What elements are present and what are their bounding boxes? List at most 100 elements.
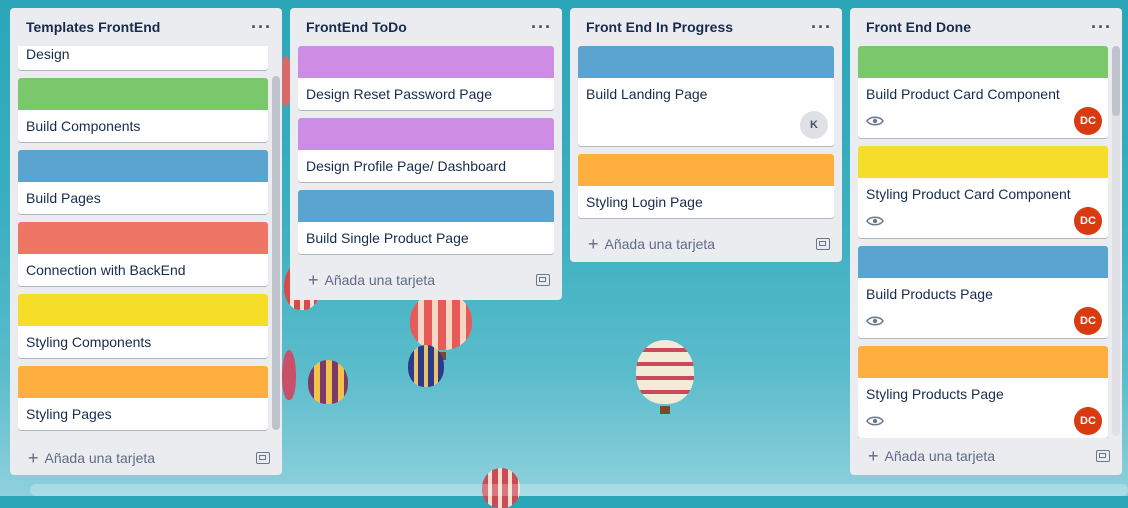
add-card-label: Añada una tarjeta <box>604 236 716 252</box>
list-title[interactable]: Front End Done <box>866 19 971 35</box>
list-header: Front End In Progress ··· <box>570 8 842 46</box>
add-card-row: + Añada una tarjeta <box>290 262 562 298</box>
card[interactable]: Styling Pages <box>18 366 268 430</box>
eye-icon <box>866 216 884 226</box>
balloon-decoration <box>282 350 296 400</box>
list-menu-icon[interactable]: ··· <box>1091 18 1112 36</box>
card-footer: DC <box>858 107 1108 138</box>
card-title: Styling Products Page <box>866 386 1004 402</box>
card-container[interactable]: Build Landing Page K Styling Login Page <box>570 46 842 226</box>
card[interactable]: Build Components <box>18 78 268 142</box>
list-templates-frontend: Templates FrontEnd ··· Design Build Comp… <box>10 8 282 475</box>
card-label-orange <box>578 154 834 186</box>
scrollbar-thumb[interactable] <box>272 76 280 430</box>
member-avatar[interactable]: DC <box>1074 407 1102 435</box>
balloon-decoration <box>408 345 444 387</box>
card-title: Design Reset Password Page <box>306 86 492 102</box>
card[interactable]: Styling Product Card Component DC <box>858 146 1108 238</box>
list-title[interactable]: FrontEnd ToDo <box>306 19 407 35</box>
card[interactable]: Connection with BackEnd <box>18 222 268 286</box>
card-label-yellow <box>18 294 268 326</box>
card[interactable]: Build Products Page DC <box>858 246 1108 338</box>
card-footer: DC <box>858 307 1108 338</box>
list-title[interactable]: Templates FrontEnd <box>26 19 160 35</box>
card-footer: K <box>578 110 834 146</box>
add-card-row: + Añada una tarjeta <box>850 438 1122 474</box>
member-avatar[interactable]: K <box>800 111 828 139</box>
add-card-button[interactable]: + Añada una tarjeta <box>308 271 435 289</box>
card-label-orange <box>18 366 268 398</box>
card-template-icon[interactable] <box>256 452 270 464</box>
list-title[interactable]: Front End In Progress <box>586 19 733 35</box>
card[interactable]: Build Single Product Page <box>298 190 554 254</box>
list-menu-icon[interactable]: ··· <box>251 18 272 36</box>
card-title: Connection with BackEnd <box>26 262 186 278</box>
card[interactable]: Build Product Card Component DC <box>858 46 1108 138</box>
card-footer: DC <box>858 407 1108 438</box>
card-label-green <box>18 78 268 110</box>
card[interactable]: Styling Login Page <box>578 154 834 218</box>
plus-icon: + <box>588 234 599 254</box>
plus-icon: + <box>868 446 879 466</box>
add-card-label: Añada una tarjeta <box>44 450 156 466</box>
card-label-blue <box>18 150 268 182</box>
card[interactable]: Build Pages <box>18 150 268 214</box>
card-title: Build Pages <box>26 190 101 206</box>
card-title: Build Products Page <box>866 286 993 302</box>
card-title: Styling Product Card Component <box>866 186 1071 202</box>
eye-icon <box>866 416 884 426</box>
card-label-blue <box>578 46 834 78</box>
scrollbar-thumb[interactable] <box>1112 46 1120 116</box>
card-title: Build Landing Page <box>586 86 708 102</box>
vertical-scrollbar[interactable] <box>272 76 280 430</box>
vertical-scrollbar[interactable] <box>1112 46 1120 436</box>
balloon-decoration <box>410 292 472 350</box>
card-footer: DC <box>858 207 1108 238</box>
card-title: Design <box>26 46 70 62</box>
card-title: Styling Components <box>26 334 152 350</box>
card[interactable]: Build Landing Page K <box>578 46 834 146</box>
horizontal-scrollbar[interactable] <box>30 484 1128 496</box>
list-menu-icon[interactable]: ··· <box>811 18 832 36</box>
balloon-basket <box>660 406 670 414</box>
card[interactable]: Styling Components <box>18 294 268 358</box>
add-card-row: + Añada una tarjeta <box>570 226 842 262</box>
card-container[interactable]: Design Build Components Build Pages Conn… <box>10 46 282 432</box>
card-title: Build Single Product Page <box>306 230 469 246</box>
eye-icon <box>866 116 884 126</box>
card[interactable]: Design <box>18 46 268 70</box>
add-card-label: Añada una tarjeta <box>324 272 436 288</box>
list-front-end-in-progress: Front End In Progress ··· Build Landing … <box>570 8 842 262</box>
list-menu-icon[interactable]: ··· <box>531 18 552 36</box>
member-avatar[interactable]: DC <box>1074 107 1102 135</box>
card[interactable]: Styling Products Page DC <box>858 346 1108 438</box>
card-template-icon[interactable] <box>1096 450 1110 462</box>
balloon-decoration <box>308 360 348 404</box>
card-title: Styling Pages <box>26 406 112 422</box>
add-card-button[interactable]: + Añada una tarjeta <box>588 235 715 253</box>
member-avatar[interactable]: DC <box>1074 207 1102 235</box>
card-label-purple <box>298 46 554 78</box>
add-card-label: Añada una tarjeta <box>884 448 996 464</box>
add-card-row: + Añada una tarjeta <box>10 440 282 476</box>
card-container[interactable]: Design Reset Password Page Design Profil… <box>290 46 562 262</box>
card[interactable]: Design Profile Page/ Dashboard <box>298 118 554 182</box>
add-card-button[interactable]: + Añada una tarjeta <box>28 449 155 467</box>
card[interactable]: Design Reset Password Page <box>298 46 554 110</box>
card-title: Design Profile Page/ Dashboard <box>306 158 507 174</box>
card-title: Build Product Card Component <box>866 86 1060 102</box>
eye-icon <box>866 316 884 326</box>
list-header: Templates FrontEnd ··· <box>10 8 282 46</box>
card-template-icon[interactable] <box>536 274 550 286</box>
card-container[interactable]: Build Product Card Component DC Styling … <box>850 46 1122 438</box>
card-label-green <box>858 46 1108 78</box>
card-label-purple <box>298 118 554 150</box>
add-card-button[interactable]: + Añada una tarjeta <box>868 447 995 465</box>
list-header: Front End Done ··· <box>850 8 1122 46</box>
balloon-decoration <box>636 340 694 404</box>
card-title: Styling Login Page <box>586 194 703 210</box>
card-label-yellow <box>858 146 1108 178</box>
card-template-icon[interactable] <box>816 238 830 250</box>
list-front-end-done: Front End Done ··· Build Product Card Co… <box>850 8 1122 475</box>
member-avatar[interactable]: DC <box>1074 307 1102 335</box>
